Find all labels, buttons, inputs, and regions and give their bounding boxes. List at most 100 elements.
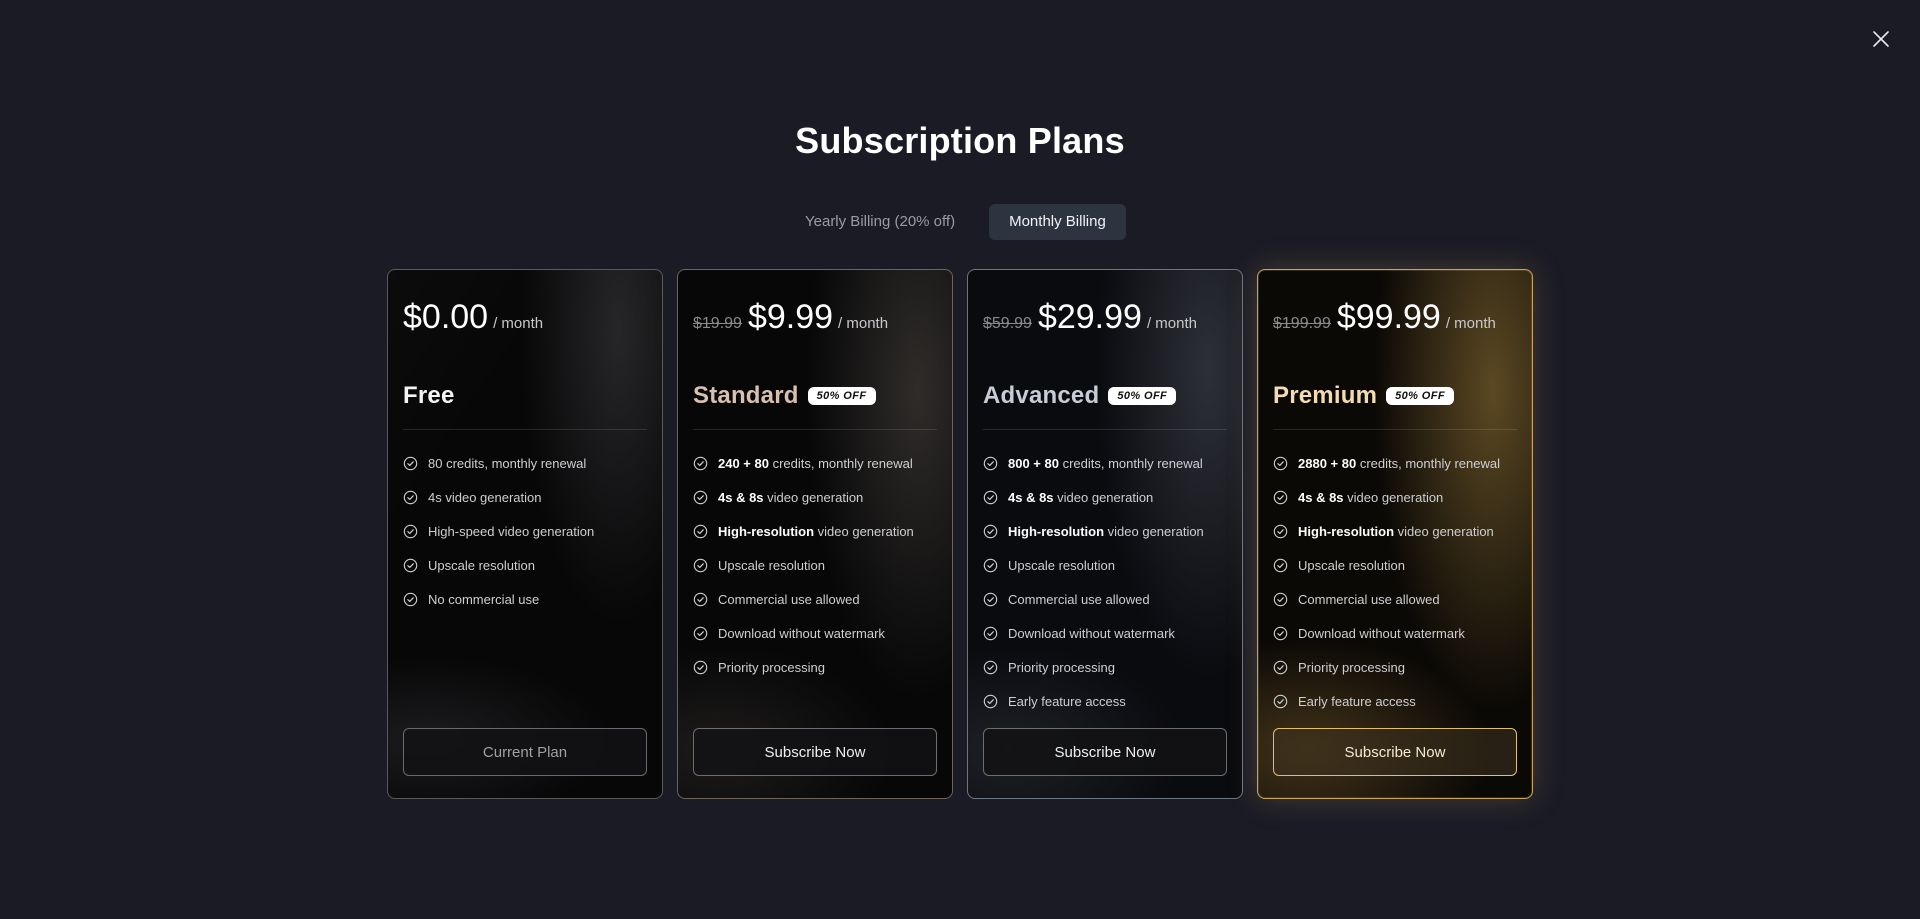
check-circle-icon [983,660,998,674]
feature-text: Commercial use allowed [1008,592,1150,607]
plan-name: Premium [1273,382,1378,409]
feature-text: Early feature access [1008,694,1126,709]
plan-name-row: Premium 50% OFF [1273,382,1454,410]
plan-name: Advanced [983,382,1100,409]
feature-label: Early feature access [1008,693,1126,709]
feature-highlight: High-resolution [718,523,815,539]
feature-label: Upscale resolution [1298,557,1405,573]
price-period: / month [493,315,544,332]
feature-item: High-resolution video generation [693,514,942,548]
feature-label: No commercial use [428,591,540,607]
feature-item: 4s video generation [403,480,652,514]
feature-text: 240 + 80 credits, monthly renewal [718,456,913,471]
plan-price: $0.00 [403,298,489,336]
feature-label: Priority processing [1008,659,1115,675]
divider [403,429,647,430]
check-circle-icon [403,592,418,606]
subscribe-button-premium[interactable]: Subscribe Now [1273,728,1517,776]
feature-label: Download without watermark [718,625,885,641]
feature-item: 4s & 8s video generation [983,480,1232,514]
feature-text: 4s & 8s video generation [718,490,863,505]
feature-text: High-resolution video generation [1008,524,1204,539]
feature-item: Commercial use allowed [693,582,942,616]
feature-text: 80 credits, monthly renewal [428,456,586,471]
feature-text: No commercial use [428,592,539,607]
feature-highlight: High-resolution [1008,523,1105,539]
check-circle-icon [693,592,708,606]
original-price: $19.99 [693,315,742,332]
feature-text: Download without watermark [1008,626,1175,641]
feature-item: Upscale resolution [1273,548,1522,582]
price-row: $19.99 $9.99 / month [693,298,888,337]
feature-list: 80 credits, monthly renewal 4s video gene… [403,446,652,616]
check-circle-icon [693,524,708,538]
feature-label: video generation [1343,489,1444,505]
plan-card-free: $0.00 / month Free 80 credits, monthly r… [387,269,663,799]
feature-item: Download without watermark [983,616,1232,650]
check-circle-icon [983,524,998,538]
subscription-modal: Subscription Plans Yearly Billing (20% o… [0,0,1920,919]
feature-item: Early feature access [983,684,1232,718]
yearly-billing-tab[interactable]: Yearly Billing (20% off) [785,204,975,240]
original-price: $199.99 [1273,315,1331,332]
feature-label: video generation [763,489,864,505]
plan-name-row: Advanced 50% OFF [983,382,1177,410]
feature-item: No commercial use [403,582,652,616]
current-plan-button[interactable]: Current Plan [403,728,647,776]
monthly-billing-tab[interactable]: Monthly Billing [989,204,1126,240]
close-button[interactable] [1866,24,1896,54]
feature-text: Download without watermark [718,626,885,641]
feature-item: 240 + 80 credits, monthly renewal [693,446,942,480]
plan-price: $29.99 [1037,298,1142,336]
feature-label: Commercial use allowed [1298,591,1440,607]
feature-item: Upscale resolution [693,548,942,582]
feature-label: Download without watermark [1008,625,1175,641]
feature-item: 4s & 8s video generation [1273,480,1522,514]
check-circle-icon [403,524,418,538]
check-circle-icon [693,558,708,572]
price-row: $199.99 $99.99 / month [1273,298,1496,337]
feature-label: Upscale resolution [718,557,825,573]
feature-text: Priority processing [718,660,825,675]
check-circle-icon [1273,626,1288,640]
feature-label: 4s video generation [428,489,542,505]
check-circle-icon [1273,490,1288,504]
feature-text: 800 + 80 credits, monthly renewal [1008,456,1203,471]
feature-text: Upscale resolution [1298,558,1405,573]
check-circle-icon [1273,592,1288,606]
check-circle-icon [403,558,418,572]
discount-badge: 50% OFF [1386,387,1454,405]
check-circle-icon [403,456,418,470]
page-title: Subscription Plans [795,120,1125,161]
feature-label: 80 credits, monthly renewal [428,455,587,471]
price-period: / month [1146,315,1197,332]
feature-label: video generation [1053,489,1154,505]
plan-name-row: Standard 50% OFF [693,382,876,410]
check-circle-icon [983,456,998,470]
feature-highlight: 4s & 8s [1298,489,1344,505]
feature-text: Upscale resolution [718,558,825,573]
feature-highlight: High-resolution [1298,523,1395,539]
divider [1273,429,1517,430]
feature-text: Upscale resolution [1008,558,1115,573]
feature-list: 800 + 80 credits, monthly renewal 4s & 8s… [983,446,1232,718]
plan-name: Free [403,382,455,409]
feature-item: Upscale resolution [403,548,652,582]
feature-item: Priority processing [1273,650,1522,684]
feature-label: Download without watermark [1298,625,1465,641]
plans-row: $0.00 / month Free 80 credits, monthly r… [387,269,1533,799]
feature-text: Upscale resolution [428,558,535,573]
check-circle-icon [693,660,708,674]
feature-text: High-speed video generation [428,524,594,539]
check-circle-icon [1273,558,1288,572]
feature-item: 4s & 8s video generation [693,480,942,514]
feature-item: Priority processing [693,650,942,684]
feature-item: Download without watermark [1273,616,1522,650]
feature-label: credits, monthly renewal [1356,455,1500,471]
feature-text: 2880 + 80 credits, monthly renewal [1298,456,1500,471]
feature-item: Commercial use allowed [1273,582,1522,616]
feature-text: Commercial use allowed [718,592,860,607]
subscribe-button-advanced[interactable]: Subscribe Now [983,728,1227,776]
subscribe-button-standard[interactable]: Subscribe Now [693,728,937,776]
divider [693,429,937,430]
